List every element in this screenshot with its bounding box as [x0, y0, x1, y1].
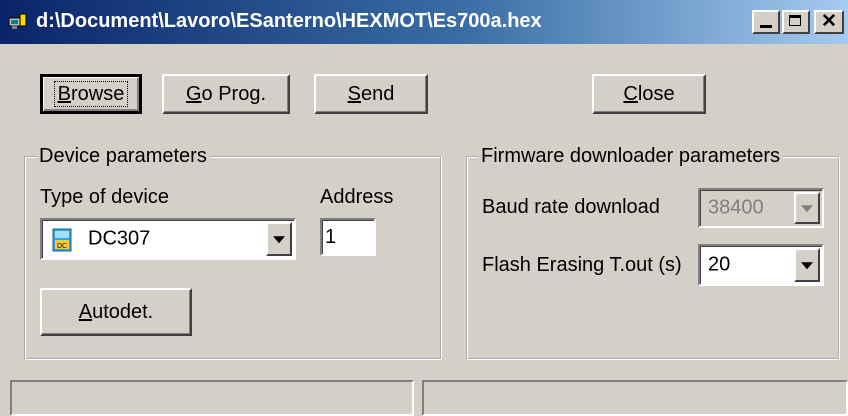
go-prog-button[interactable]: Go Prog.	[162, 74, 290, 114]
close-icon: ✕	[821, 11, 837, 32]
baud-rate-value: 38400	[708, 196, 764, 219]
flash-erasing-dropdown-button[interactable]	[794, 248, 820, 282]
close-button[interactable]: Close	[592, 74, 706, 114]
chevron-down-icon	[273, 236, 285, 244]
device-type-value: DC307	[88, 227, 151, 250]
baud-rate-label: Baud rate download	[482, 196, 660, 218]
flash-erasing-value: 20	[708, 253, 731, 276]
device-parameters-title: Device parameters	[36, 145, 210, 168]
address-input[interactable]: 1	[320, 218, 376, 256]
firmware-parameters-title: Firmware downloader parameters	[478, 145, 784, 168]
close-window-button[interactable]: ✕	[814, 10, 844, 34]
device-type-select[interactable]: DC DC307	[40, 218, 296, 260]
minimize-icon	[760, 25, 772, 28]
device-icon: DC	[52, 228, 72, 252]
type-of-device-label: Type of device	[40, 186, 169, 208]
chevron-down-icon	[801, 262, 813, 270]
device-type-dropdown-button[interactable]	[266, 222, 292, 256]
flash-erasing-select[interactable]: 20	[698, 244, 824, 286]
maximize-icon	[789, 15, 801, 26]
browse-button[interactable]: Browse	[40, 74, 142, 114]
address-label: Address	[320, 186, 394, 208]
window-title: d:\Document\Lavoro\ESanterno\HEXMOT\Es70…	[36, 10, 542, 32]
autodet-button[interactable]: Autodet.	[40, 288, 192, 336]
application-icon	[8, 13, 27, 29]
status-panel-right	[422, 380, 848, 416]
browse-label: Browse	[53, 81, 129, 107]
baud-rate-select[interactable]: 38400	[698, 188, 824, 228]
device-icon-text: DC	[57, 243, 67, 250]
maximize-button[interactable]	[782, 10, 810, 34]
baud-rate-dropdown-button[interactable]	[794, 192, 820, 224]
flash-erasing-label: Flash Erasing T.out (s)	[482, 254, 682, 276]
title-bar[interactable]: d:\Document\Lavoro\ESanterno\HEXMOT\Es70…	[0, 0, 848, 44]
chevron-down-icon	[801, 205, 813, 213]
status-panel-left	[10, 380, 414, 416]
minimize-button[interactable]	[752, 10, 780, 34]
send-button[interactable]: Send	[314, 74, 428, 114]
